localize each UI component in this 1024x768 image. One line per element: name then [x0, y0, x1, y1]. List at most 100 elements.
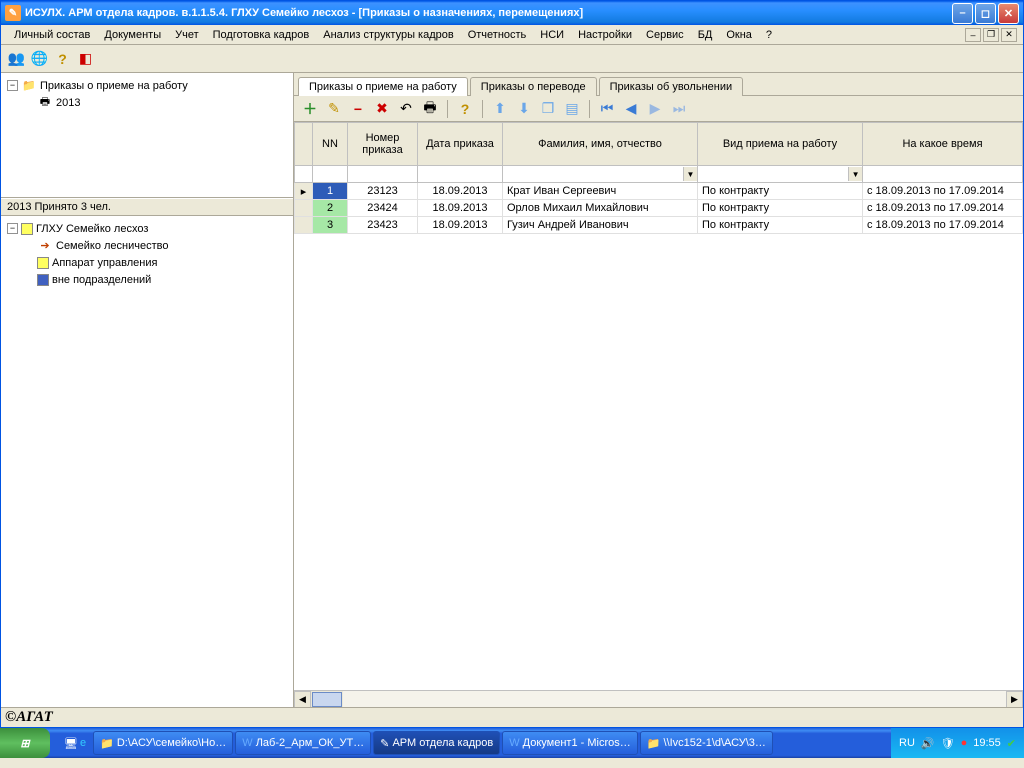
taskbar-item[interactable]: 📁 \\Ivc152-1\d\АСУ\3…	[640, 731, 773, 755]
taskbar-item-active[interactable]: ✎ АРМ отдела кадров	[373, 731, 500, 755]
menu-item[interactable]: Учет	[168, 27, 206, 43]
copy-icon[interactable]: ❐	[538, 99, 558, 119]
lang-indicator[interactable]: RU	[899, 737, 915, 749]
taskbar-item[interactable]: 📁 D:\АСУ\семейко\Но…	[93, 731, 233, 755]
minimize-button[interactable]: –	[952, 3, 973, 24]
tray-icon[interactable]: ✔	[1007, 737, 1016, 750]
menu-item[interactable]: БД	[691, 27, 720, 43]
tree-child-label[interactable]: 2013	[56, 97, 80, 109]
org-root-label[interactable]: ГЛХУ Семейко лесхоз	[36, 223, 148, 235]
last-icon[interactable]: ⏭	[669, 99, 689, 119]
mdi-restore-button[interactable]: ❐	[983, 28, 999, 42]
taskbar-item[interactable]: W Лаб-2_Арм_ОК_УТ…	[235, 731, 371, 755]
col-nn[interactable]: NN	[313, 123, 348, 166]
undo-icon[interactable]: ↶	[396, 99, 416, 119]
org-item-label[interactable]: Семейко лесничество	[56, 240, 168, 252]
cell[interactable]: с 18.09.2013 по 17.09.2014	[863, 217, 1023, 234]
org-item-label[interactable]: вне подразделений	[52, 274, 151, 286]
arrow-down-icon[interactable]: ⬇	[514, 99, 534, 119]
tree-collapse-icon[interactable]: −	[7, 223, 18, 234]
col-fio[interactable]: Фамилия, имя, отчество	[503, 123, 698, 166]
filter-number[interactable]	[348, 167, 417, 181]
tray-icon[interactable]: 🔊	[921, 737, 935, 750]
cell[interactable]: 18.09.2013	[418, 217, 503, 234]
menu-item[interactable]: Настройки	[571, 27, 639, 43]
print-icon[interactable]: 🖶	[420, 99, 440, 119]
cell[interactable]: 18.09.2013	[418, 200, 503, 217]
horizontal-scrollbar[interactable]: ◀ ▶	[294, 690, 1023, 707]
prev-icon[interactable]: ◀	[621, 99, 641, 119]
filter-period[interactable]	[863, 167, 1022, 181]
col-period[interactable]: На какое время	[863, 123, 1023, 166]
clock[interactable]: 19:55	[973, 737, 1001, 749]
menu-item[interactable]: Анализ структуры кадров	[316, 27, 460, 43]
mdi-minimize-button[interactable]: –	[965, 28, 981, 42]
help-icon[interactable]: ?	[455, 99, 475, 119]
cell[interactable]: Гузич Андрей Иванович	[503, 217, 698, 234]
cell[interactable]: 23123	[348, 183, 418, 200]
menu-item[interactable]: Окна	[719, 27, 759, 43]
cell[interactable]: 18.09.2013	[418, 183, 503, 200]
cell[interactable]: с 18.09.2013 по 17.09.2014	[863, 200, 1023, 217]
menu-item[interactable]: НСИ	[533, 27, 571, 43]
paste-icon[interactable]: ▤	[562, 99, 582, 119]
cell[interactable]: Орлов Михаил Михайлович	[503, 200, 698, 217]
scroll-right-icon[interactable]: ▶	[1006, 691, 1023, 707]
add-icon[interactable]: ＋	[300, 99, 320, 119]
menu-item[interactable]: ?	[759, 27, 779, 43]
tab-hire[interactable]: Приказы о приеме на работу	[298, 77, 468, 96]
people-icon[interactable]: 👥	[5, 48, 28, 70]
filter-type[interactable]	[698, 167, 848, 181]
edit-icon[interactable]: ✎	[324, 99, 344, 119]
cell[interactable]: с 18.09.2013 по 17.09.2014	[863, 183, 1023, 200]
tree-root-label[interactable]: Приказы о приеме на работу	[40, 80, 188, 92]
system-tray[interactable]: RU 🔊 🛡 ● 19:55 ✔	[891, 728, 1024, 758]
start-button[interactable]: ⊞	[0, 728, 50, 758]
cell[interactable]: 23423	[348, 217, 418, 234]
filter-fio[interactable]	[503, 167, 683, 181]
menu-item[interactable]: Отчетность	[461, 27, 534, 43]
cell[interactable]: По контракту	[698, 200, 863, 217]
tree-collapse-icon[interactable]: −	[7, 80, 18, 91]
cell-nn[interactable]: 1	[313, 183, 348, 200]
tab-transfer[interactable]: Приказы о переводе	[470, 77, 597, 96]
mdi-close-button[interactable]: ✕	[1001, 28, 1017, 42]
delete-icon[interactable]: ✖	[372, 99, 392, 119]
cell-nn[interactable]: 3	[313, 217, 348, 234]
cell[interactable]: 23424	[348, 200, 418, 217]
quicklaunch-icon[interactable]: e	[80, 737, 86, 750]
scroll-left-icon[interactable]: ◀	[294, 691, 311, 707]
table-row[interactable]: ▸12312318.09.2013Крат Иван СергеевичПо к…	[295, 183, 1023, 200]
cell[interactable]: По контракту	[698, 183, 863, 200]
col-date[interactable]: Дата приказа	[418, 123, 503, 166]
menu-item[interactable]: Сервис	[639, 27, 691, 43]
tab-dismiss[interactable]: Приказы об увольнении	[599, 77, 744, 96]
next-icon[interactable]: ▶	[645, 99, 665, 119]
tray-icon[interactable]: ●	[961, 737, 968, 749]
close-button[interactable]: ✕	[998, 3, 1019, 24]
tray-icon[interactable]: 🛡	[941, 737, 955, 750]
first-icon[interactable]: ⏮	[597, 99, 617, 119]
help-icon[interactable]: ?	[51, 48, 74, 70]
filter-date[interactable]	[418, 167, 502, 181]
col-number[interactable]: Номер приказа	[348, 123, 418, 166]
menu-item[interactable]: Личный состав	[7, 27, 97, 43]
orders-grid[interactable]: NN Номер приказа Дата приказа Фамилия, и…	[294, 122, 1023, 234]
exit-icon[interactable]: ◧	[74, 48, 97, 70]
quicklaunch-icon[interactable]: 🖥	[64, 737, 78, 750]
cell[interactable]: По контракту	[698, 217, 863, 234]
arrow-up-icon[interactable]: ⬆	[490, 99, 510, 119]
taskbar-item[interactable]: W Документ1 - Micros…	[502, 731, 638, 755]
org-tree[interactable]: − ГЛХУ Семейко лесхоз ➔ Семейко лесничес…	[1, 216, 293, 707]
menu-item[interactable]: Подготовка кадров	[206, 27, 317, 43]
orders-tree[interactable]: − 📁 Приказы о приеме на работу 🖶 2013	[1, 73, 293, 198]
col-type[interactable]: Вид приема на работу	[698, 123, 863, 166]
table-row[interactable]: 32342318.09.2013Гузич Андрей ИвановичПо …	[295, 217, 1023, 234]
org-item-label[interactable]: Аппарат управления	[52, 257, 157, 269]
globe-icon[interactable]: 🌐	[28, 48, 51, 70]
col-indicator[interactable]	[295, 123, 313, 166]
cell[interactable]: Крат Иван Сергеевич	[503, 183, 698, 200]
filter-nn[interactable]	[313, 167, 347, 181]
dropdown-icon[interactable]: ▼	[848, 167, 862, 181]
dropdown-icon[interactable]: ▼	[683, 167, 697, 181]
